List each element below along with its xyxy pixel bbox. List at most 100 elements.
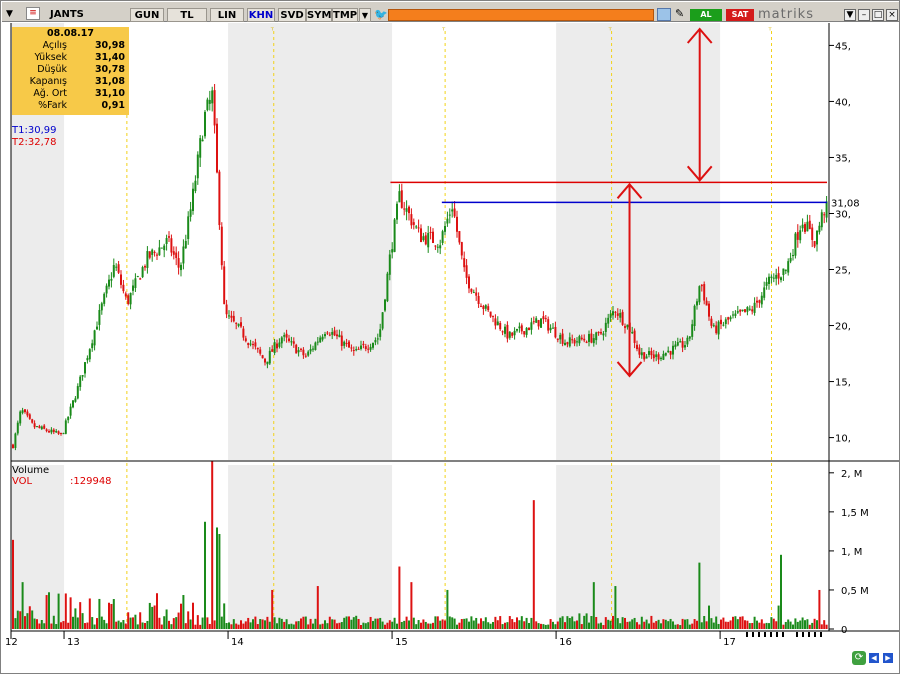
low-label: Düşük	[37, 64, 67, 75]
volume-bar-338	[823, 620, 826, 629]
button-sym[interactable]: SYM	[306, 8, 332, 22]
candle-body-312	[760, 295, 763, 305]
price-chart[interactable]: ᵀᵀᵀᵀᵀ 10,15,20,25,30,35,40,45,00,5 M1, M…	[1, 23, 899, 673]
x-tick-label-1: 13	[67, 637, 80, 648]
pen-icon[interactable]: ✎	[675, 7, 684, 20]
button-svd[interactable]: SVD	[278, 8, 306, 22]
volume-bar-16	[50, 623, 53, 629]
candle-body-237	[580, 337, 583, 340]
candle-body-159	[393, 219, 396, 252]
volume-bar-162	[400, 621, 403, 629]
volume-bar-334	[813, 618, 816, 629]
buy-button[interactable]: AL	[690, 9, 722, 21]
candle-body-153	[379, 329, 382, 337]
minimize-icon[interactable]: –	[858, 9, 870, 21]
candle-body-304	[741, 309, 744, 311]
volume-bar-275	[672, 621, 674, 629]
volume-bar-312	[760, 619, 763, 629]
year-shade-volume-0	[11, 465, 65, 629]
sell-button[interactable]: SAT	[726, 9, 754, 21]
scale-button-lin[interactable]: LIN	[210, 8, 244, 22]
volume-bar-304	[741, 616, 744, 629]
candle-body-5	[24, 409, 26, 413]
volume-bar-201	[494, 616, 497, 629]
chevron-down-icon[interactable]: ▼	[359, 8, 371, 22]
candle-body-121	[302, 349, 305, 356]
volume-bar-136	[338, 622, 341, 629]
volume-bar-295	[720, 619, 722, 629]
candle-body-192	[472, 292, 475, 294]
currency-button-tl[interactable]: TL	[167, 8, 207, 22]
volume-bar-224	[549, 619, 552, 629]
candle-body-209	[513, 330, 516, 336]
refresh-icon[interactable]: ⟳	[852, 651, 866, 665]
last-price-label: 31,08	[831, 198, 860, 209]
volume-bar-243	[595, 617, 598, 629]
candle-body-142	[352, 350, 355, 352]
candle-body-200	[492, 315, 494, 317]
volume-bar-282	[688, 624, 691, 629]
volume-bar-233	[571, 616, 574, 629]
close-icon[interactable]: ×	[886, 9, 898, 21]
volume-bar-147	[364, 623, 367, 629]
candle-body-148	[367, 348, 370, 350]
candle-body-202	[496, 321, 499, 326]
brand-logo: matriks	[758, 7, 814, 22]
candle-body-8	[31, 419, 34, 423]
volume-bar-56	[146, 620, 149, 629]
low-value: 30,78	[94, 64, 125, 75]
scroll-right-icon[interactable]: ▶	[883, 653, 893, 663]
volume-bar-50	[132, 617, 134, 629]
candle-body-292	[712, 325, 715, 327]
volume-bar-75	[192, 602, 194, 629]
candle-body-235	[576, 341, 578, 343]
volume-bar-191	[470, 616, 473, 629]
symbol-label[interactable]: JANTS	[50, 8, 120, 22]
volume-bar-299	[729, 620, 732, 629]
dropdown-arrow-icon[interactable]: ▼	[6, 9, 13, 19]
chevron-down-icon[interactable]: ▼	[844, 9, 856, 21]
candle-body-203	[499, 323, 502, 330]
candle-body-150	[372, 342, 374, 348]
candle-body-184	[453, 208, 456, 217]
candle-body-253	[619, 312, 622, 318]
candle-body-248	[607, 317, 610, 324]
candle-body-131	[326, 332, 329, 334]
volume-bar-185	[456, 624, 458, 629]
period-button-gun[interactable]: GUN	[130, 8, 164, 22]
volume-bar-171	[422, 619, 425, 629]
candle-body-109	[273, 342, 276, 353]
volume-bar-332	[808, 624, 811, 629]
candle-body-20	[60, 432, 62, 434]
volume-bar-195	[480, 618, 482, 629]
volume-bar-164	[405, 616, 408, 629]
menu-icon[interactable]: ≡	[26, 7, 40, 20]
candle-body-62	[160, 247, 163, 249]
candle-body-83	[211, 90, 214, 104]
volume-bar-245	[600, 622, 602, 629]
chart-type-button-khn[interactable]: KHN	[247, 8, 275, 22]
candle-body-211	[518, 326, 521, 329]
picture-icon[interactable]	[657, 8, 671, 21]
price-tick-label-1: 15,	[835, 378, 851, 389]
volume-bar-193	[475, 617, 478, 629]
maximize-icon[interactable]: □	[872, 9, 884, 21]
scroll-left-icon[interactable]: ◀	[869, 653, 879, 663]
volume-bar-318	[775, 621, 778, 629]
volume-bar-228	[559, 617, 562, 629]
volume-bar-259	[633, 617, 636, 629]
volume-bar-149	[369, 616, 372, 629]
volume-bar-97	[244, 621, 247, 629]
candle-body-187	[460, 242, 463, 256]
candle-body-25	[72, 400, 74, 408]
bird-icon[interactable]: 🐦	[374, 8, 388, 21]
volume-bar-291	[710, 618, 713, 629]
volume-bar-61	[158, 617, 161, 629]
timeline-marker-11	[820, 632, 822, 637]
timeline-marker-0	[746, 632, 748, 637]
button-tmp[interactable]: TMP	[332, 8, 358, 22]
candle-body-93	[235, 322, 238, 324]
candle-body-302	[736, 311, 739, 313]
volume-bar-330	[804, 620, 806, 629]
volume-bar-150	[372, 621, 374, 629]
